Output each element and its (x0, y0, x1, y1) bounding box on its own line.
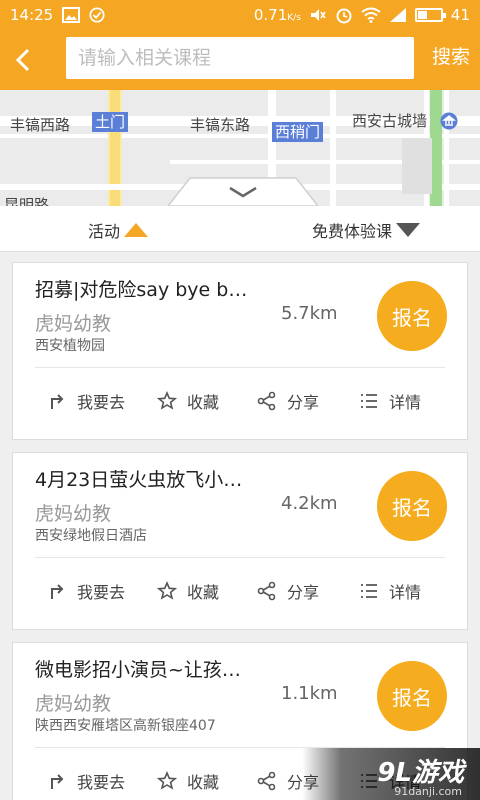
details-button[interactable]: 详情 (359, 579, 421, 603)
action-label: 收藏 (187, 773, 220, 792)
list-icon (361, 394, 377, 408)
favorite-button[interactable]: 收藏 (157, 769, 219, 793)
star-icon (157, 391, 177, 410)
distance-label: 5.7km (281, 303, 338, 324)
share-button[interactable]: 分享 (257, 579, 319, 603)
map-label: 西安古城墙 (352, 112, 428, 130)
signup-button[interactable]: 报名 (377, 471, 447, 541)
activity-card[interactable]: 招募|对危险say bye b… 虎妈幼教 西安植物园 5.7km 报名 我要去… (12, 262, 468, 440)
action-label: 详情 (389, 583, 422, 602)
action-label: 我要去 (77, 393, 126, 412)
card-actions: 我要去 收藏 分享 详情 (13, 579, 467, 609)
share-icon (257, 581, 276, 601)
action-label: 我要去 (77, 773, 126, 792)
go-button[interactable]: 我要去 (47, 389, 125, 413)
activity-title: 4月23日萤火虫放飞小… (35, 469, 243, 491)
activity-card[interactable]: 4月23日萤火虫放飞小… 虎妈幼教 西安绿地假日酒店 4.2km 报名 我要去 收… (12, 452, 468, 630)
filter-activity[interactable]: 活动 (88, 218, 149, 242)
action-label: 收藏 (187, 583, 220, 602)
map-label: 丰镐东路 (190, 116, 251, 134)
share-icon (257, 391, 276, 411)
search-box[interactable] (66, 37, 414, 79)
organizer-name: 虎妈幼教 (35, 503, 112, 525)
turn-right-icon (51, 774, 64, 789)
status-right: 0.71K/s 41 (254, 6, 470, 24)
action-label: 分享 (287, 583, 320, 602)
check-circle-icon (89, 7, 105, 23)
signup-button[interactable]: 报名 (377, 281, 447, 351)
filter-free-trial[interactable]: 免费体验课 (312, 218, 420, 242)
star-icon (157, 771, 177, 790)
details-button[interactable]: 详情 (359, 389, 421, 413)
activity-address: 西安绿地假日酒店 (35, 528, 147, 544)
go-button[interactable]: 我要去 (47, 769, 125, 793)
action-label: 我要去 (77, 583, 126, 602)
card-actions: 我要去 收藏 分享 详情 (13, 389, 467, 419)
battery-level: 41 (450, 6, 470, 24)
collapse-map-button[interactable] (168, 176, 318, 206)
watermark-text: 9L游戏 (377, 758, 464, 788)
divider (35, 367, 445, 368)
turn-right-icon (51, 394, 64, 409)
search-input[interactable] (66, 37, 414, 79)
triangle-up-icon (124, 223, 149, 237)
signal-icon (389, 8, 406, 22)
action-label: 详情 (389, 393, 422, 412)
action-label: 分享 (287, 393, 320, 412)
alarm-icon (336, 8, 352, 24)
favorite-button[interactable]: 收藏 (157, 579, 219, 603)
favorite-button[interactable]: 收藏 (157, 389, 219, 413)
filter-bar: 活动 免费体验课 (0, 206, 480, 252)
back-button[interactable] (8, 42, 44, 78)
go-button[interactable]: 我要去 (47, 579, 125, 603)
filter-free-trial-label: 免费体验课 (311, 222, 392, 241)
distance-label: 4.2km (281, 493, 338, 514)
share-button[interactable]: 分享 (257, 389, 319, 413)
divider (35, 557, 445, 558)
status-bar: 14:25 0.71K/s 41 (0, 0, 480, 32)
network-speed: 0.71K/s (253, 6, 301, 24)
action-label: 收藏 (187, 393, 220, 412)
star-icon (157, 581, 177, 600)
metro-station-label: 土门 (92, 112, 129, 132)
wifi-icon (361, 7, 381, 23)
share-icon (257, 771, 276, 791)
turn-right-icon (51, 584, 64, 599)
organizer-name: 虎妈幼教 (35, 693, 112, 715)
landmark-icon (440, 112, 458, 130)
watermark-url: 91danji.com (394, 785, 462, 798)
image-icon (62, 7, 80, 23)
organizer-name: 虎妈幼教 (35, 313, 112, 335)
watermark-logo: 9L游戏 91danji.com (302, 748, 480, 800)
triangle-down-icon (396, 223, 420, 237)
signup-button[interactable]: 报名 (377, 661, 447, 731)
map-label: 丰镐西路 (10, 116, 71, 134)
search-button[interactable]: 搜索 (432, 42, 470, 69)
distance-label: 1.1km (281, 683, 338, 704)
metro-station-label: 西稍门 (272, 122, 324, 142)
chevron-left-icon (15, 48, 30, 72)
activity-title: 招募|对危险say bye b… (35, 279, 248, 301)
search-header: 搜索 (0, 32, 480, 90)
mute-icon (310, 9, 326, 21)
activity-address: 陕西西安雁塔区高新银座407 (35, 718, 216, 734)
status-time: 14:25 (10, 6, 54, 24)
activity-address: 西安植物园 (35, 338, 105, 354)
filter-activity-label: 活动 (88, 222, 121, 241)
list-icon (361, 584, 377, 598)
battery-icon (414, 8, 446, 22)
activity-title: 微电影招小演员~让孩… (35, 659, 241, 681)
